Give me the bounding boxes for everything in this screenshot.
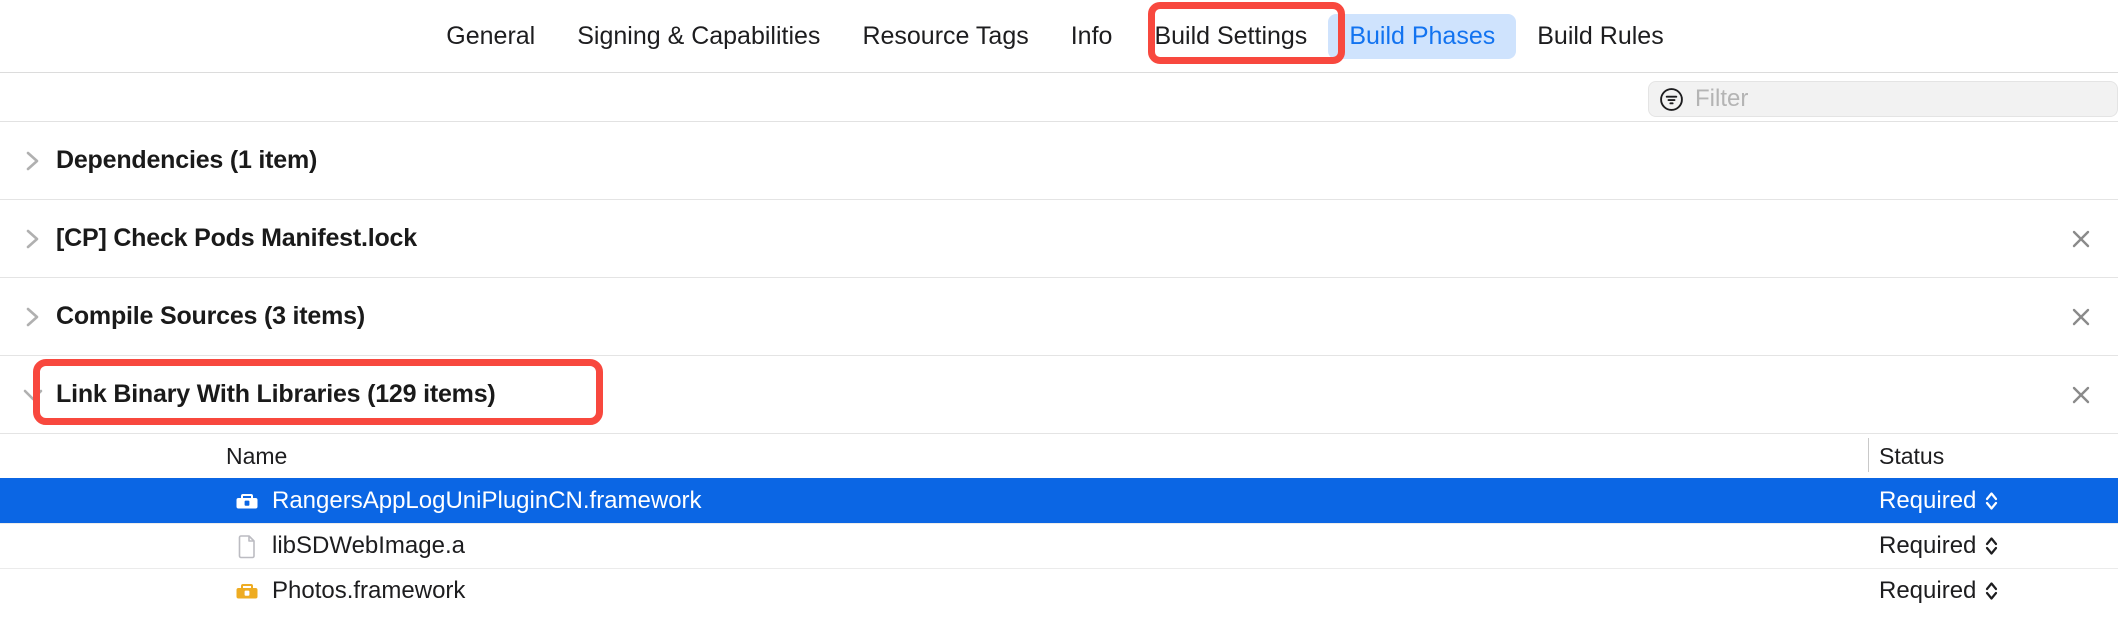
phase-title-check-pods-manifest: [CP] Check Pods Manifest.lock <box>56 224 417 252</box>
library-status-stepper[interactable]: Required <box>1879 532 1999 560</box>
library-status-value: Required <box>1879 532 1977 559</box>
close-icon[interactable] <box>2068 304 2094 330</box>
filter-circle-icon <box>1659 87 1684 112</box>
chevron-right-icon[interactable] <box>10 226 56 252</box>
linked-libraries-table: Name Status RangersAppLogUniPluginCN.fra… <box>0 434 2118 613</box>
phase-title-link-binary-with-libraries: Link Binary With Libraries (129 items) <box>56 380 496 408</box>
framework-toolbox-icon <box>234 488 260 514</box>
library-status-stepper[interactable]: Required <box>1879 487 1999 515</box>
phase-title-dependencies: Dependencies (1 item) <box>56 146 318 174</box>
column-header-name[interactable]: Name <box>226 443 287 470</box>
table-row[interactable]: Photos.framework Required <box>0 568 2118 613</box>
library-status-value: Required <box>1879 577 1977 604</box>
chevron-right-icon[interactable] <box>10 148 56 174</box>
table-row[interactable]: RangersAppLogUniPluginCN.framework Requi… <box>0 478 2118 523</box>
phase-row-dependencies[interactable]: Dependencies (1 item) <box>0 122 2118 200</box>
table-row[interactable]: libSDWebImage.a Required <box>0 523 2118 568</box>
close-icon[interactable] <box>2068 226 2094 252</box>
phase-row-link-binary-with-libraries[interactable]: Link Binary With Libraries (129 items) <box>0 356 2118 434</box>
library-name: RangersAppLogUniPluginCN.framework <box>272 487 702 514</box>
library-status-stepper[interactable]: Required <box>1879 577 1999 605</box>
tab-build-phases[interactable]: Build Phases <box>1328 13 1517 59</box>
chevron-down-icon[interactable] <box>10 387 56 403</box>
column-divider[interactable] <box>1868 438 1869 472</box>
chevron-up-down-icon[interactable] <box>1984 489 1999 513</box>
filter-bar: Filter <box>0 73 2118 122</box>
chevron-up-down-icon[interactable] <box>1984 579 1999 603</box>
library-name: Photos.framework <box>272 577 466 604</box>
tab-info[interactable]: Info <box>1050 14 1134 59</box>
framework-toolbox-icon <box>234 578 260 604</box>
chevron-right-icon[interactable] <box>10 304 56 330</box>
build-phases-panel: General Signing & Capabilities Resource … <box>0 0 2118 620</box>
close-icon[interactable] <box>2068 382 2094 408</box>
chevron-up-down-icon[interactable] <box>1984 534 1999 558</box>
library-status-value: Required <box>1879 487 1977 514</box>
filter-input[interactable]: Filter <box>1648 81 2118 117</box>
static-library-document-icon <box>234 533 260 559</box>
tab-signing-capabilities[interactable]: Signing & Capabilities <box>556 14 841 59</box>
tab-build-settings[interactable]: Build Settings <box>1133 14 1328 59</box>
phase-title-compile-sources: Compile Sources (3 items) <box>56 302 365 330</box>
phase-row-compile-sources[interactable]: Compile Sources (3 items) <box>0 278 2118 356</box>
phase-row-check-pods-manifest[interactable]: [CP] Check Pods Manifest.lock <box>0 200 2118 278</box>
tab-general[interactable]: General <box>425 14 556 59</box>
library-name: libSDWebImage.a <box>272 532 465 559</box>
tab-list: General Signing & Capabilities Resource … <box>425 13 1684 59</box>
filter-placeholder-text: Filter <box>1695 85 1749 112</box>
tab-resource-tags[interactable]: Resource Tags <box>841 14 1049 59</box>
column-header-status[interactable]: Status <box>1879 443 1944 470</box>
tab-build-rules[interactable]: Build Rules <box>1516 14 1684 59</box>
table-header-row: Name Status <box>0 434 2118 478</box>
editor-tab-bar: General Signing & Capabilities Resource … <box>0 0 2118 73</box>
